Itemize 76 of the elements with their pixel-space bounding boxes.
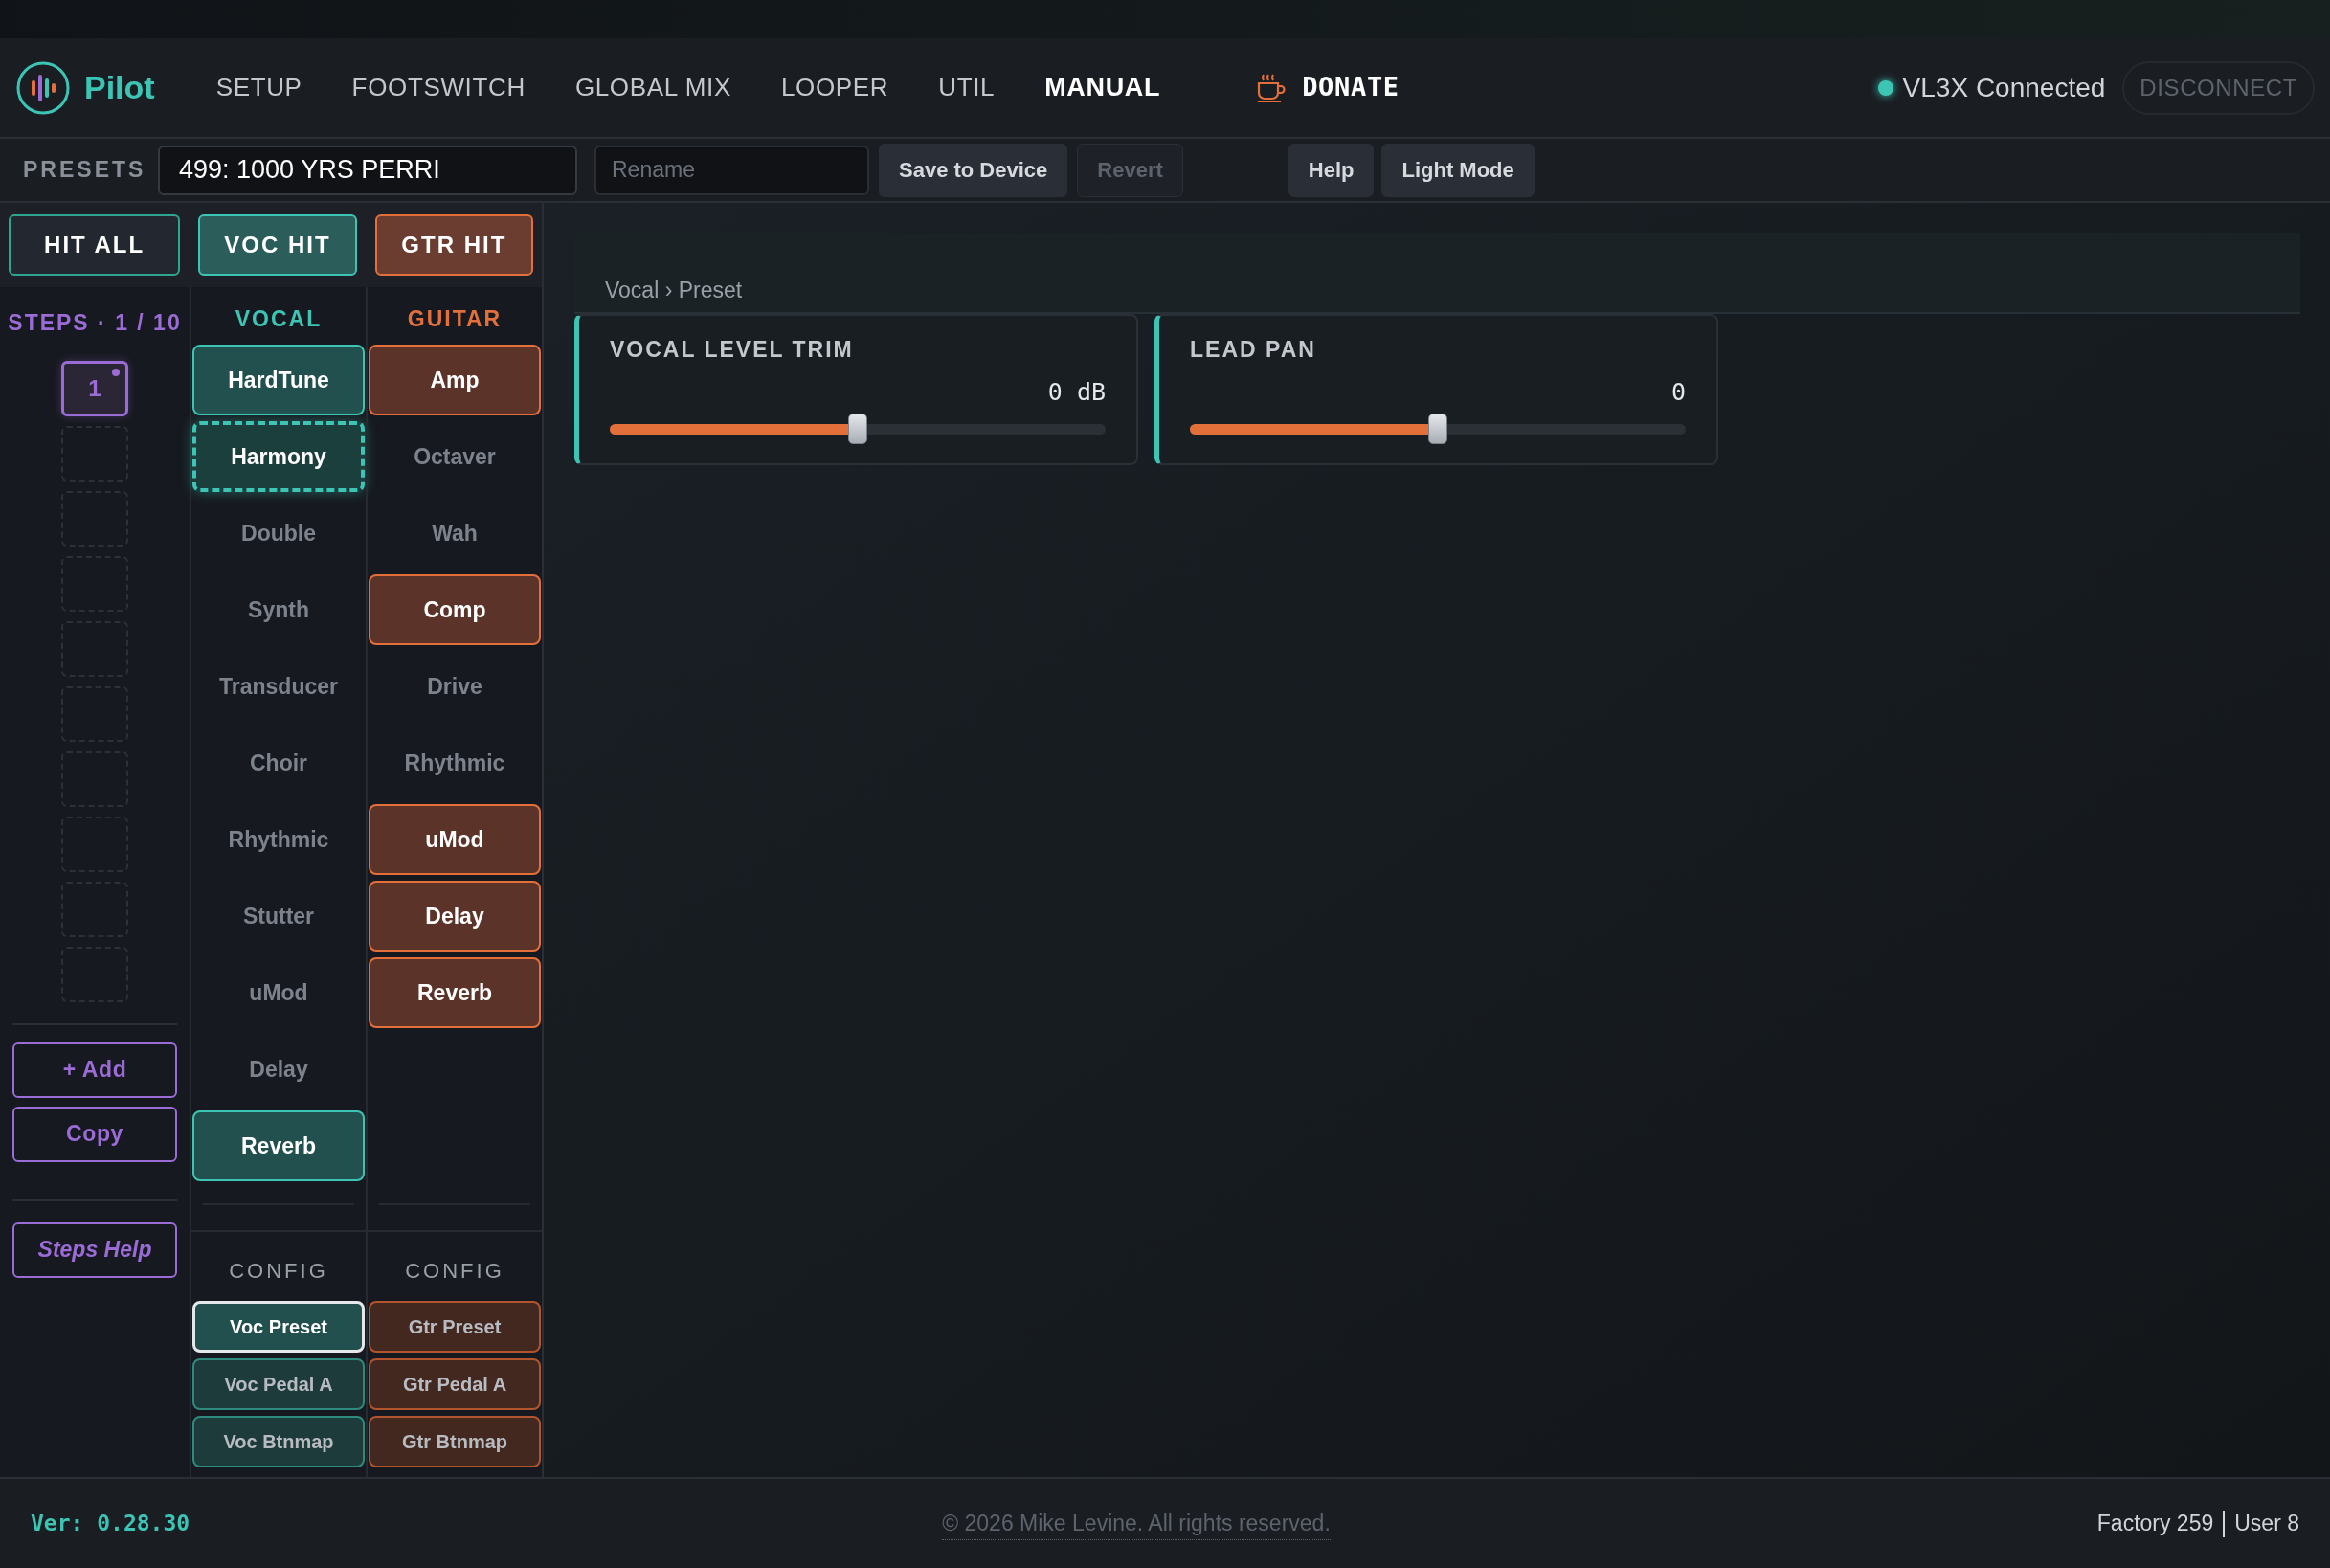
parameter-title: VOCAL LEVEL TRIM [610, 336, 855, 364]
empty-step-slot[interactable] [61, 881, 128, 937]
hit-button[interactable]: VOC HIT [198, 214, 357, 276]
effect-button[interactable]: Reverb [192, 1110, 365, 1181]
config-button[interactable]: Voc Preset [192, 1301, 365, 1353]
empty-step-slot[interactable] [61, 490, 128, 547]
help-button[interactable]: Steps Help [12, 1221, 177, 1278]
nav-tab[interactable]: GLOBAL MIX [551, 69, 754, 106]
empty-step-slot[interactable] [61, 620, 128, 677]
effect-button[interactable]: Choir [192, 728, 365, 798]
preset-field[interactable]: 499: 1000 YRS PERRI [158, 145, 577, 195]
hit-button[interactable]: GTR HIT [374, 214, 533, 276]
effect-button[interactable]: HardTune [192, 345, 365, 415]
effect-button[interactable]: Harmony [192, 421, 365, 492]
nav-tab[interactable]: FOOTSWITCH [328, 69, 549, 106]
breadcrumb: Vocal › Preset [605, 276, 743, 304]
step-button[interactable]: + Add [12, 1042, 177, 1098]
parameter-value: 0 [1670, 376, 1686, 408]
effect-button[interactable]: Reverb [369, 957, 541, 1028]
empty-step-slot[interactable] [61, 685, 128, 742]
logo-icon [15, 59, 71, 116]
version-label: Ver: 0.28.30 [31, 1510, 191, 1538]
steps-label: STEPS · 1 / 10 [8, 309, 182, 337]
effect-button[interactable]: Delay [369, 881, 541, 952]
effect-button[interactable]: Rhythmic [192, 804, 365, 875]
empty-step-slot[interactable] [61, 816, 128, 872]
slider[interactable] [1190, 414, 1686, 444]
parameter-title: LEAD PAN [1190, 336, 1317, 364]
nav-tab[interactable]: LOOPER [757, 69, 912, 106]
column-heading: GUITAR [406, 305, 504, 333]
nav-tab[interactable]: SETUP [192, 69, 325, 106]
hit-button[interactable]: HIT ALL [9, 214, 181, 276]
section-heading: CONFIG [404, 1258, 505, 1285]
effect-button[interactable]: Rhythmic [369, 728, 541, 798]
empty-step-slot[interactable] [61, 946, 128, 1002]
effect-button[interactable]: Delay [192, 1034, 365, 1105]
effect-button[interactable]: Amp [369, 345, 541, 415]
config-button[interactable]: Gtr Pedal A [369, 1358, 541, 1410]
column-heading: VOCAL [234, 305, 324, 333]
slider[interactable] [610, 414, 1106, 444]
config-button[interactable]: Voc Btnmap [192, 1416, 365, 1467]
config-button[interactable]: Gtr Preset [369, 1301, 541, 1353]
step-slot[interactable]: 1 [61, 360, 128, 416]
rename-field[interactable]: Rename [594, 145, 869, 195]
config-button[interactable]: Gtr Btnmap [369, 1416, 541, 1467]
app-name: Pilot [84, 68, 155, 107]
nav-tab[interactable]: MANUAL [1021, 68, 1184, 107]
effect-button[interactable]: uMod [192, 957, 365, 1028]
nav-tab[interactable]: UTIL [915, 69, 1019, 106]
effect-button[interactable]: Wah [369, 498, 541, 569]
connection-status: VL3X Connected [1902, 71, 2106, 104]
effect-button[interactable]: Comp [369, 574, 541, 645]
effect-button[interactable]: uMod [369, 804, 541, 875]
preset-count: User 8 [2234, 1510, 2299, 1538]
empty-step-slot[interactable] [61, 425, 128, 482]
empty-step-slot[interactable] [61, 555, 128, 612]
parameter-value: 0 dB [1047, 376, 1106, 408]
donate-link[interactable]: DONATE [1302, 68, 1400, 107]
step-button[interactable]: Copy [12, 1106, 177, 1162]
save-button[interactable]: Save to Device [879, 143, 1068, 197]
toolbar-button[interactable]: Help [1288, 143, 1375, 197]
config-button[interactable]: Voc Pedal A [192, 1358, 365, 1410]
effect-button[interactable]: Double [192, 498, 365, 569]
effect-button[interactable]: Drive [369, 651, 541, 722]
slider-thumb[interactable] [848, 414, 867, 444]
effect-button[interactable]: Octaver [369, 421, 541, 492]
empty-step-slot[interactable] [61, 750, 128, 807]
copyright-text: © 2026 Mike Levine. All rights reserved. [942, 1506, 1331, 1541]
section-heading: CONFIG [228, 1258, 329, 1285]
toolbar-button[interactable]: Light Mode [1381, 143, 1535, 197]
effect-button[interactable]: Stutter [192, 881, 365, 952]
effect-button[interactable]: Transducer [192, 651, 365, 722]
effect-button[interactable]: Synth [192, 574, 365, 645]
slider-thumb[interactable] [1428, 414, 1447, 444]
preset-count: Factory 259 [2096, 1510, 2214, 1538]
presets-label: PRESETS [23, 156, 147, 185]
